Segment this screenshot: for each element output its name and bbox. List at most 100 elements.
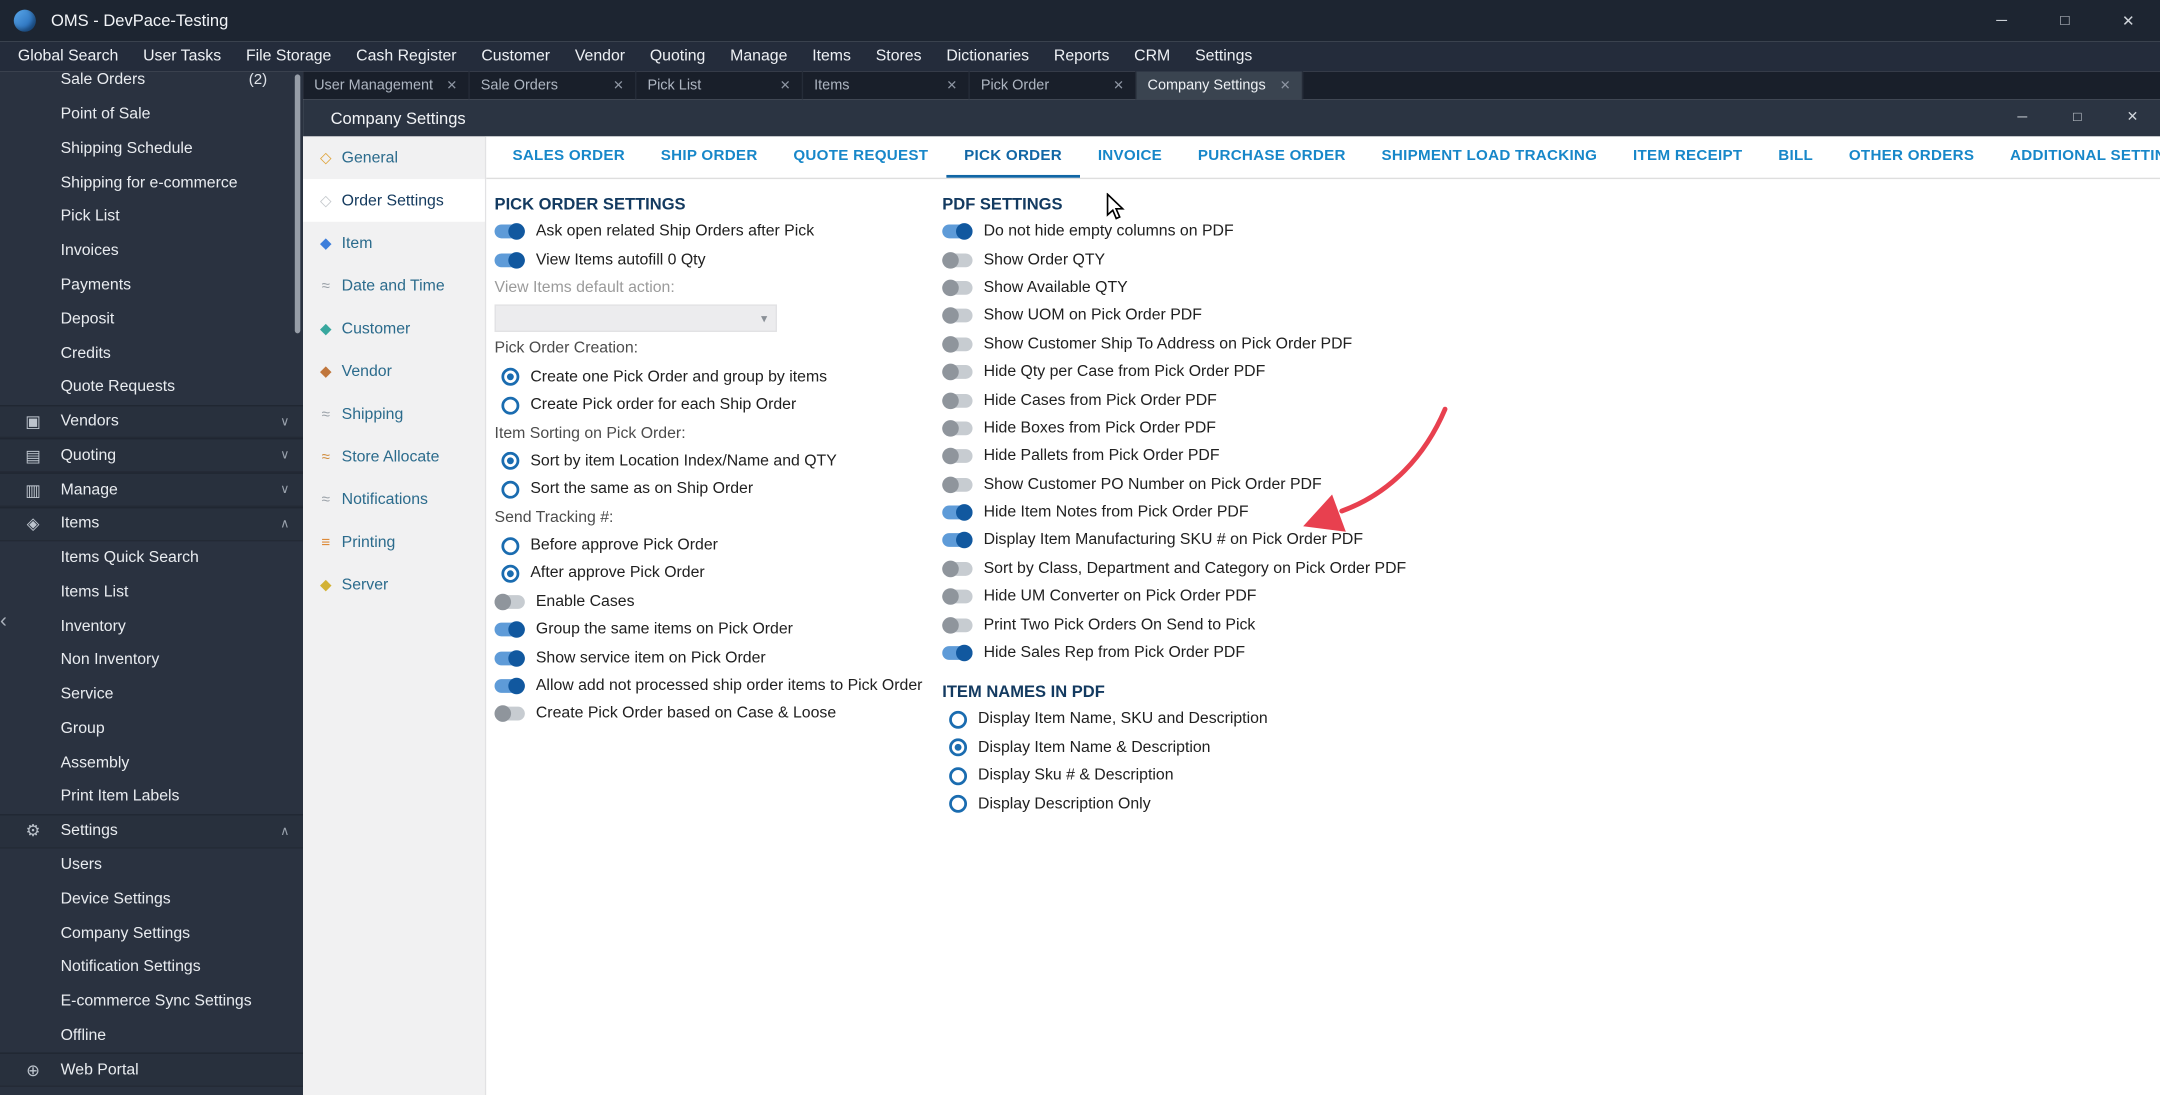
order-type-tab[interactable]: QUOTE REQUEST: [775, 136, 946, 177]
sidebar-item[interactable]: Pick List: [0, 200, 303, 234]
order-type-tab[interactable]: INVOICE: [1080, 136, 1180, 177]
sidebar-item[interactable]: Shipping for e-commerce: [0, 166, 303, 200]
menu-item[interactable]: Dictionaries: [934, 48, 1042, 65]
settings-nav-item[interactable]: ≈ Notifications: [303, 478, 485, 521]
sidebar-item[interactable]: Sale Orders (2): [0, 72, 303, 98]
sidebar-item[interactable]: Quote Requests: [0, 370, 303, 404]
sidebar-item[interactable]: Print Item Labels: [0, 780, 303, 814]
sidebar-item[interactable]: Company Settings: [0, 916, 303, 950]
sidebar-item[interactable]: ▣ Vendors ∨: [0, 404, 304, 439]
menu-item[interactable]: Reports: [1041, 48, 1121, 65]
toggle-switch[interactable]: [942, 448, 973, 465]
settings-nav-item[interactable]: ◆ Vendor: [303, 350, 485, 393]
order-type-tab[interactable]: SHIP ORDER: [643, 136, 776, 177]
toggle-switch[interactable]: [942, 588, 973, 606]
maximize-button[interactable]: □: [2033, 0, 2096, 41]
sidebar-item[interactable]: Credits: [0, 336, 303, 370]
toggle-switch[interactable]: [494, 705, 525, 723]
order-type-tab[interactable]: PICK ORDER: [946, 136, 1080, 178]
order-type-tab[interactable]: BILL: [1760, 136, 1831, 177]
menu-item[interactable]: Cash Register: [344, 48, 469, 65]
sidebar-item[interactable]: Offline: [0, 1019, 303, 1053]
close-tab-icon[interactable]: ✕: [613, 78, 624, 93]
menu-item[interactable]: Settings: [1183, 48, 1265, 65]
menu-item[interactable]: File Storage: [234, 48, 344, 65]
order-type-tab[interactable]: ITEM RECEIPT: [1615, 136, 1760, 177]
sidebar-item[interactable]: Invoices: [0, 234, 303, 268]
radio-button[interactable]: [501, 536, 520, 555]
order-type-tab[interactable]: OTHER ORDERS: [1831, 136, 1992, 177]
toggle-switch[interactable]: [942, 560, 973, 578]
sidebar-item[interactable]: Payments: [0, 268, 303, 302]
collapse-sidebar-icon[interactable]: ‹: [0, 610, 7, 631]
sidebar-item[interactable]: E-commerce Sync Settings: [0, 984, 303, 1018]
settings-nav-item[interactable]: ≡ Printing: [303, 521, 485, 564]
settings-nav-item[interactable]: ≈ Date and Time: [303, 264, 485, 307]
menu-item[interactable]: Quoting: [637, 48, 717, 65]
radio-button[interactable]: [949, 794, 968, 813]
sidebar-item[interactable]: ⚙ Settings ∧: [0, 813, 304, 849]
toggle-switch[interactable]: [494, 251, 525, 269]
menu-item[interactable]: Customer: [469, 48, 562, 65]
settings-nav-item[interactable]: ◆ Server: [303, 563, 485, 606]
settings-nav-item[interactable]: ◆ Item: [303, 222, 485, 265]
menu-item[interactable]: Stores: [863, 48, 934, 65]
menu-item[interactable]: User Tasks: [131, 48, 234, 65]
radio-button[interactable]: [501, 452, 520, 471]
toggle-switch[interactable]: [942, 616, 973, 634]
document-tab[interactable]: Company Settings ✕: [1136, 71, 1304, 100]
toggle-switch[interactable]: [942, 279, 973, 297]
toggle-switch[interactable]: [942, 391, 973, 409]
sidebar-scrollbar[interactable]: [294, 74, 301, 334]
menu-item[interactable]: Items: [800, 48, 864, 65]
document-tab[interactable]: Pick Order ✕: [970, 71, 1137, 100]
sidebar-item[interactable]: Inventory: [0, 609, 303, 643]
close-tab-icon[interactable]: ✕: [1113, 78, 1124, 93]
toggle-switch[interactable]: [942, 476, 973, 493]
settings-nav-item[interactable]: ≈ Store Allocate: [303, 435, 485, 478]
menu-item[interactable]: CRM: [1122, 48, 1183, 65]
settings-nav-item[interactable]: ◇ General: [303, 136, 485, 179]
radio-button[interactable]: [501, 480, 520, 499]
toggle-switch[interactable]: [942, 363, 973, 381]
settings-nav-item[interactable]: ◇ Order Settings: [303, 179, 485, 222]
sidebar-item[interactable]: Notification Settings: [0, 950, 303, 984]
close-tab-icon[interactable]: ✕: [446, 78, 457, 93]
close-tab-icon[interactable]: ✕: [946, 78, 957, 93]
toggle-switch[interactable]: [942, 223, 973, 240]
sidebar-item[interactable]: Items Quick Search: [0, 541, 303, 575]
sidebar-item[interactable]: Users: [0, 848, 303, 882]
toggle-switch[interactable]: [494, 621, 525, 639]
menu-item[interactable]: Global Search: [6, 48, 131, 65]
toggle-switch[interactable]: [942, 307, 973, 325]
toggle-switch[interactable]: [942, 420, 973, 437]
order-type-tab[interactable]: PURCHASE ORDER: [1180, 136, 1364, 177]
toggle-switch[interactable]: [494, 677, 525, 695]
sidebar-item[interactable]: ◈ Items ∧: [0, 506, 304, 541]
menu-item[interactable]: Vendor: [562, 48, 637, 65]
minimize-button[interactable]: ─: [1970, 0, 2033, 41]
panel-close-button[interactable]: ✕: [2105, 99, 2160, 136]
toggle-switch[interactable]: [942, 532, 973, 549]
sidebar-item[interactable]: ▥ Manage ∨: [0, 472, 304, 507]
document-tab[interactable]: Items ✕: [803, 71, 970, 100]
document-tab[interactable]: Pick List ✕: [636, 71, 804, 100]
toggle-switch[interactable]: [942, 251, 973, 269]
order-type-tab[interactable]: ADDITIONAL SETTINGS: [1992, 136, 2160, 177]
toggle-switch[interactable]: [494, 593, 525, 611]
toggle-switch[interactable]: [494, 223, 525, 240]
settings-nav-item[interactable]: ≈ Shipping: [303, 393, 485, 436]
sidebar-item[interactable]: Shipping Schedule: [0, 132, 303, 166]
sidebar-item[interactable]: Service: [0, 677, 303, 711]
order-type-tab[interactable]: SHIPMENT LOAD TRACKING: [1364, 136, 1616, 177]
toggle-switch[interactable]: [494, 649, 525, 667]
sidebar-item[interactable]: Deposit: [0, 302, 303, 336]
close-tab-icon[interactable]: ✕: [1280, 78, 1291, 93]
sidebar-item[interactable]: Point of Sale: [0, 97, 303, 131]
toggle-switch[interactable]: [942, 644, 973, 662]
radio-button[interactable]: [949, 710, 968, 729]
sidebar-item[interactable]: Items List: [0, 575, 303, 609]
document-tab[interactable]: User Management ✕: [303, 71, 470, 100]
panel-maximize-button[interactable]: □: [2050, 99, 2105, 136]
radio-button[interactable]: [501, 396, 520, 415]
